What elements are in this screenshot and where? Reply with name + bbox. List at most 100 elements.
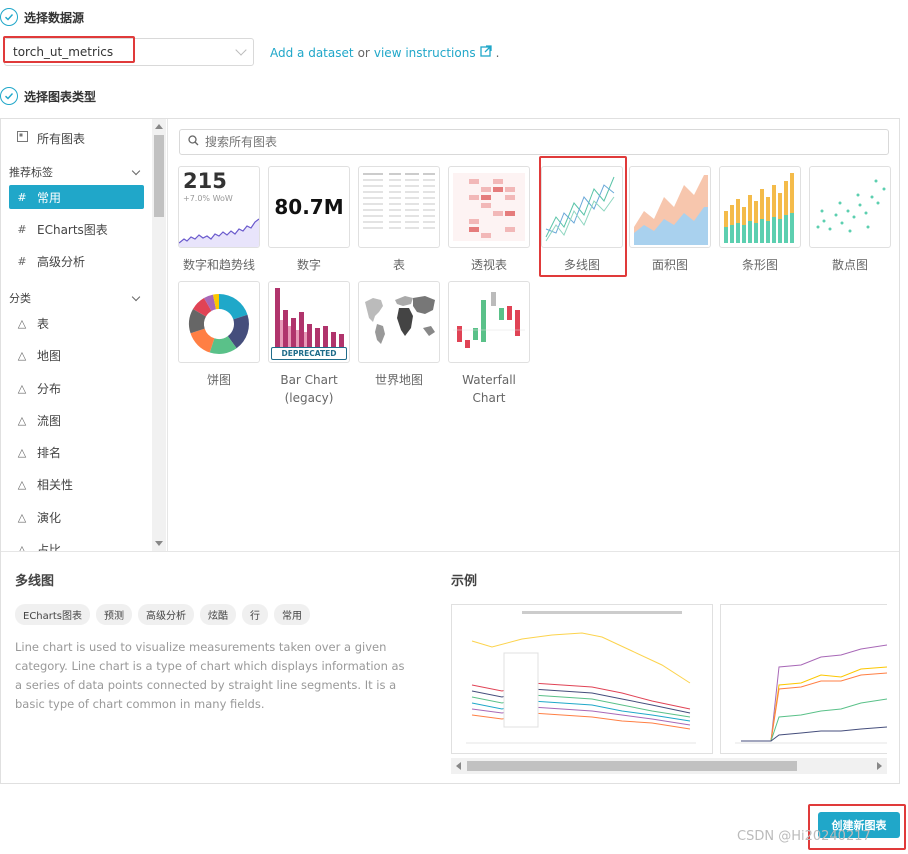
tag-list: ECharts图表 预测 高级分析 炫酷 行 常用 <box>15 604 311 625</box>
view-instructions-link[interactable]: view instructions <box>374 46 476 60</box>
scrollbar-thumb[interactable] <box>154 135 164 217</box>
sidebar-item-label: 表 <box>37 316 50 331</box>
scatter-chart-thumb-icon <box>816 179 886 233</box>
sidebar-item-label: 流图 <box>37 413 62 428</box>
scroll-left-icon[interactable] <box>456 762 461 770</box>
sidebar-item-category[interactable]: △ 排名 <box>9 440 144 464</box>
or-text: or <box>357 45 370 60</box>
chart-tile-pie[interactable]: 饼图 <box>178 281 260 389</box>
tile-thumbnail: 215 +7.0% WoW <box>178 166 260 248</box>
hash-icon: # <box>17 190 27 204</box>
scroll-up-icon[interactable] <box>155 124 163 129</box>
highlight-annotation <box>3 36 135 63</box>
tile-name-line1: Bar Chart <box>280 373 338 387</box>
chart-tile-waterfall[interactable]: Waterfall Chart <box>448 281 530 407</box>
shapes-icon: △ <box>17 348 27 362</box>
tag: 预测 <box>96 604 133 625</box>
sidebar-item-echarts[interactable]: # ECharts图表 <box>9 217 144 241</box>
sidebar-item-label: 地图 <box>37 348 62 363</box>
sidebar-item-all-charts[interactable]: 所有图表 <box>9 126 144 150</box>
sidebar-item-category[interactable]: △ 分布 <box>9 376 144 400</box>
waterfall-thumb-icon <box>453 292 525 348</box>
scroll-down-icon[interactable] <box>155 541 163 546</box>
bar-chart-thumb-icon <box>724 173 794 243</box>
shapes-icon: △ <box>17 316 27 330</box>
example-title: 示例 <box>451 574 478 589</box>
chart-tile-scatter[interactable]: 散点图 <box>809 166 891 274</box>
shapes-icon: △ <box>17 477 27 491</box>
external-link-icon[interactable] <box>479 45 492 60</box>
detail-description: Line chart is used to visualize measurem… <box>15 640 405 711</box>
scroll-right-icon[interactable] <box>877 762 882 770</box>
tag: 行 <box>242 604 269 625</box>
scrollbar-thumb[interactable] <box>467 761 797 771</box>
table-thumb-icon <box>363 173 435 229</box>
tile-name: Waterfall Chart <box>448 371 530 407</box>
chart-tile-big-number[interactable]: 80.7M 数字 <box>268 166 350 274</box>
chart-details: 多线图 ECharts图表 预测 高级分析 炫酷 行 常用 Line chart… <box>1 551 899 783</box>
chart-picker-panel: 所有图表 推荐标签 # 常用 # ECharts图表 # 高级分析 分类 △ 表 … <box>0 118 900 784</box>
chart-sidebar: 所有图表 推荐标签 # 常用 # ECharts图表 # 高级分析 分类 △ 表 … <box>1 119 168 551</box>
search-input[interactable] <box>205 135 805 149</box>
example-line-chart-icon <box>735 644 887 744</box>
hash-icon: # <box>17 222 27 236</box>
recommended-header[interactable]: 推荐标签 <box>9 164 141 180</box>
sidebar-item-advanced[interactable]: # 高级分析 <box>9 249 144 273</box>
sidebar-item-category[interactable]: △ 表 <box>9 311 144 335</box>
image-icon <box>15 131 29 145</box>
period-text: . <box>495 45 500 60</box>
sidebar-item-category[interactable]: △ 演化 <box>9 505 144 529</box>
tile-thumbnail <box>809 166 891 248</box>
tile-name: 面积图 <box>651 258 688 272</box>
tile-name: 世界地图 <box>374 373 423 387</box>
tile-thumbnail: 80.7M <box>268 166 350 248</box>
section-title: 推荐标签 <box>9 166 53 179</box>
tag: 炫酷 <box>200 604 237 625</box>
chart-tile-world-map[interactable]: 世界地图 <box>358 281 440 389</box>
chart-tile-bar[interactable]: 条形图 <box>719 166 801 274</box>
tile-name: 数字和趋势线 <box>182 258 255 272</box>
chart-tile-bar-legacy[interactable]: DEPRECATED Bar Chart (legacy) <box>268 281 350 407</box>
sidebar-item-label: 占比 <box>37 542 62 552</box>
sidebar-item-common[interactable]: # 常用 <box>9 185 144 209</box>
sidebar-item-label: 常用 <box>37 190 62 205</box>
world-map-thumb-icon <box>365 296 435 344</box>
add-dataset-link[interactable]: Add a dataset <box>270 46 354 60</box>
step-title: 选择图表类型 <box>24 89 97 104</box>
datasource-links: Add a dataset or view instructions . <box>270 45 499 60</box>
tile-thumbnail <box>358 166 440 248</box>
step-chart-type: 选择图表类型 <box>0 87 96 105</box>
check-circle-icon <box>0 8 18 26</box>
chart-search[interactable] <box>179 129 889 155</box>
chevron-down-icon <box>131 166 141 175</box>
sidebar-item-label: 相关性 <box>37 477 74 492</box>
tile-name: 饼图 <box>206 373 231 387</box>
sidebar-item-category[interactable]: △ 流图 <box>9 408 144 432</box>
shapes-icon: △ <box>17 445 27 459</box>
example-image <box>451 604 713 754</box>
category-header[interactable]: 分类 <box>9 290 141 306</box>
tile-thumbnail <box>358 281 440 363</box>
deprecated-badge: DEPRECATED <box>271 347 347 360</box>
chart-tile-pivot[interactable]: 透视表 <box>448 166 530 274</box>
thumb-value: 80.7M <box>274 195 344 219</box>
chart-tile-big-number-trend[interactable]: 215 +7.0% WoW 数字和趋势线 <box>178 166 260 274</box>
sidebar-item-label: 高级分析 <box>37 254 86 269</box>
hash-icon: # <box>17 254 27 268</box>
example-scrollbar[interactable] <box>451 758 887 774</box>
example-gallery <box>451 604 887 774</box>
example-image <box>720 604 887 754</box>
chart-tile-table[interactable]: 表 <box>358 166 440 274</box>
sidebar-item-label: 所有图表 <box>37 131 86 146</box>
sidebar-item-label: 分布 <box>37 381 62 396</box>
sidebar-item-category[interactable]: △ 占比 <box>9 537 144 552</box>
check-circle-icon <box>0 87 18 105</box>
chart-tile-area[interactable]: 面积图 <box>629 166 711 274</box>
sidebar-item-category[interactable]: △ 相关性 <box>9 472 144 496</box>
sidebar-item-category[interactable]: △ 地图 <box>9 343 144 367</box>
sidebar-scrollbar[interactable] <box>152 119 166 551</box>
tile-thumbnail <box>629 166 711 248</box>
pie-chart-thumb-icon <box>189 294 249 354</box>
tile-thumbnail: DEPRECATED <box>268 281 350 363</box>
pivot-thumb-icon <box>453 173 525 241</box>
